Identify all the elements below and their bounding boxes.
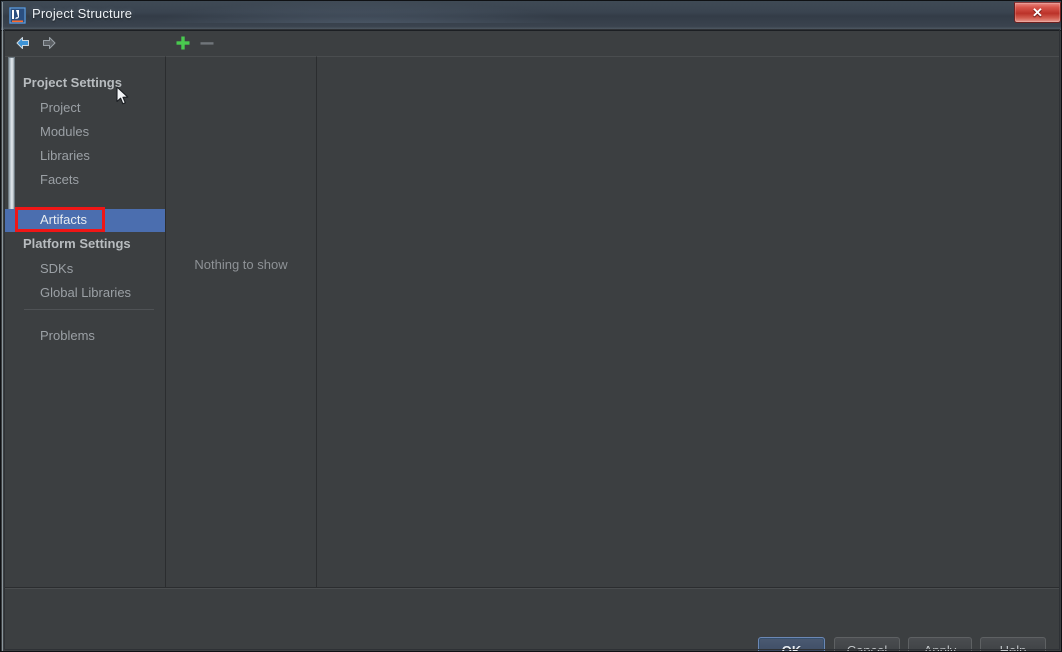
sidebar-item-label: Facets xyxy=(40,172,80,187)
sidebar-item-label: Libraries xyxy=(40,148,90,163)
sidebar-separator xyxy=(24,309,154,310)
sidebar-item-problems[interactable]: Problems xyxy=(5,326,165,348)
project-structure-dialog: Project Structure ✕ Project Settings Pro… xyxy=(0,0,1062,652)
sidebar-item-global-libraries[interactable]: Global Libraries xyxy=(5,283,165,305)
cancel-button[interactable]: Cancel xyxy=(834,637,900,652)
apply-button-label: pply xyxy=(932,642,957,652)
sidebar-item-label: Project xyxy=(40,100,81,115)
sidebar-item-label: Global Libraries xyxy=(40,285,132,300)
sidebar-item-artifacts[interactable]: Artifacts xyxy=(5,209,165,232)
sidebar-item-facets[interactable]: Facets xyxy=(5,170,165,192)
artifacts-list-panel[interactable]: Nothing to show xyxy=(166,56,317,588)
artifact-details-panel xyxy=(317,56,1059,588)
dialog-button-bar: OK Cancel Apply Help xyxy=(5,587,1059,652)
sidebar-item-label: Artifacts xyxy=(40,212,87,227)
arrow-right-icon[interactable] xyxy=(40,34,58,52)
sidebar-item-label: Modules xyxy=(40,124,90,139)
sidebar-item-modules[interactable]: Modules xyxy=(5,122,165,144)
sidebar-item-libraries[interactable]: Libraries xyxy=(5,146,165,168)
help-button-label: Help xyxy=(999,642,1027,652)
plus-icon[interactable] xyxy=(174,34,192,52)
settings-sidebar: Project Settings Project Modules Librari… xyxy=(5,56,166,588)
apply-button[interactable]: Apply xyxy=(908,637,972,652)
sidebar-item-project[interactable]: Project xyxy=(5,98,165,120)
title-bar[interactable]: Project Structure ✕ xyxy=(1,1,1061,31)
dialog-content: Project Settings Project Modules Librari… xyxy=(5,30,1059,652)
ok-button-label: OK xyxy=(781,642,802,652)
title-bar-glow xyxy=(151,1,571,23)
sidebar-group-platform-settings: Platform Settings xyxy=(23,236,131,251)
navigation-toolbar xyxy=(5,30,166,56)
sidebar-group-project-settings: Project Settings xyxy=(23,75,122,90)
intellij-idea-icon xyxy=(9,7,26,24)
sidebar-item-label: SDKs xyxy=(40,261,74,276)
artifacts-toolbar xyxy=(166,30,1059,56)
arrow-left-icon[interactable] xyxy=(14,34,32,52)
minus-icon[interactable] xyxy=(198,34,216,52)
window-title: Project Structure xyxy=(32,6,133,21)
empty-state-message: Nothing to show xyxy=(194,257,288,272)
close-icon: ✕ xyxy=(1032,5,1043,20)
sidebar-item-label: Problems xyxy=(40,328,95,343)
sidebar-item-sdks[interactable]: SDKs xyxy=(5,259,165,281)
cancel-button-label: Cancel xyxy=(846,642,888,652)
help-button[interactable]: Help xyxy=(980,637,1046,652)
close-button[interactable]: ✕ xyxy=(1014,2,1061,23)
ok-button[interactable]: OK xyxy=(758,637,825,652)
